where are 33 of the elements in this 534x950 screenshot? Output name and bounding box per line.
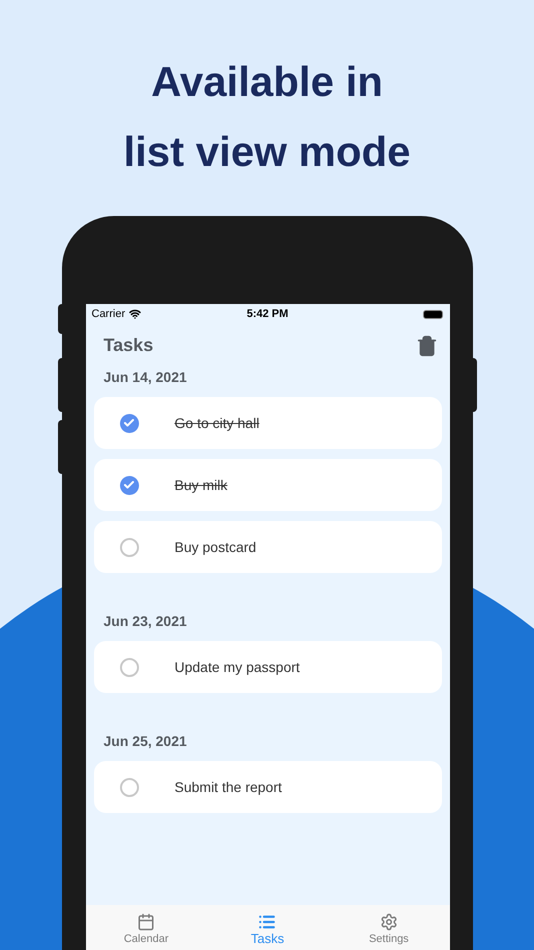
- task-title: Submit the report: [174, 778, 282, 797]
- task-checkbox[interactable]: [120, 476, 138, 494]
- task-checkbox[interactable]: [120, 414, 138, 432]
- task-checkbox[interactable]: [120, 658, 138, 676]
- task-title: Go to city hall: [174, 414, 260, 433]
- task-checkbox[interactable]: [120, 538, 138, 556]
- status-time: 5:42 PM: [246, 306, 288, 322]
- task-card[interactable]: Buy milk: [94, 459, 442, 511]
- list-icon: [258, 913, 276, 931]
- wifi-icon: [129, 308, 142, 320]
- task-title: Update my passport: [174, 658, 300, 677]
- headline: Available in: [151, 57, 383, 107]
- calendar-icon: [137, 913, 156, 931]
- task-checkbox[interactable]: [120, 778, 138, 796]
- task-title: Buy postcard: [174, 538, 256, 557]
- checkmark-icon: [123, 417, 135, 429]
- task-card[interactable]: Submit the report: [94, 761, 442, 813]
- carrier-label: Carrier: [92, 306, 126, 322]
- headline: list view mode: [123, 127, 411, 177]
- tab[interactable]: Calendar: [86, 913, 207, 947]
- date-heading: Jun 14, 2021: [102, 368, 188, 387]
- screen-title: Tasks: [104, 334, 154, 357]
- battery-icon: [423, 310, 444, 318]
- tab[interactable]: Settings: [328, 913, 450, 947]
- task-card[interactable]: Buy postcard: [94, 521, 442, 573]
- task-card[interactable]: Update my passport: [94, 641, 442, 693]
- date-heading: Jun 23, 2021: [102, 612, 188, 631]
- trash-icon[interactable]: [416, 334, 438, 356]
- date-heading: Jun 25, 2021: [102, 732, 188, 751]
- task-card[interactable]: Go to city hall: [94, 397, 442, 449]
- task-title: Buy milk: [174, 476, 228, 495]
- settings-icon: [380, 913, 398, 931]
- checkmark-icon: [123, 479, 135, 491]
